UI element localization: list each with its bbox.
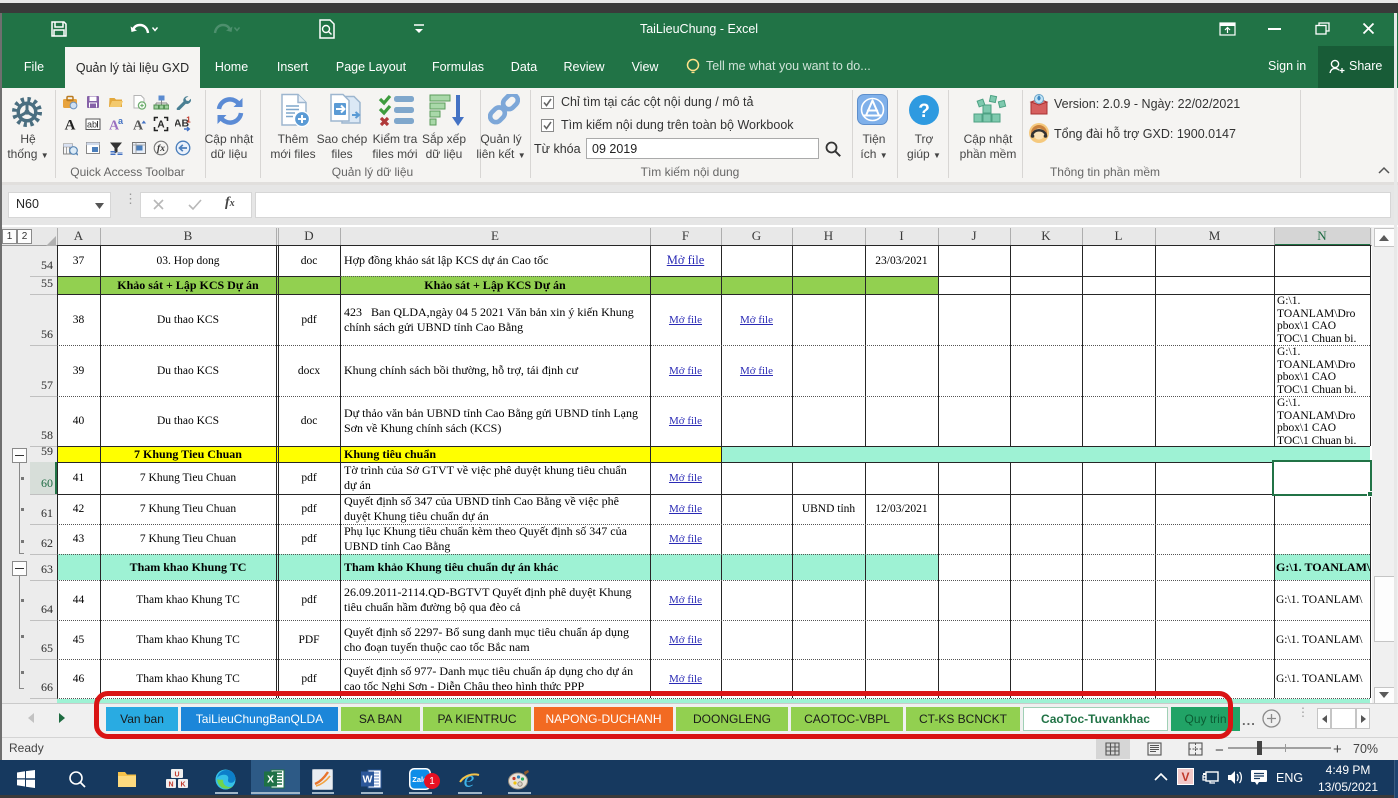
svg-text:1: 1 bbox=[186, 116, 191, 125]
svg-text:?: ? bbox=[918, 101, 930, 122]
svg-text:U: U bbox=[174, 772, 179, 779]
svg-text:N: N bbox=[168, 782, 173, 789]
svg-text:e: e bbox=[464, 768, 475, 791]
svg-text:fx: fx bbox=[157, 144, 165, 154]
svg-text:A: A bbox=[157, 120, 164, 131]
svg-text:K: K bbox=[180, 782, 185, 789]
svg-text:W: W bbox=[363, 774, 373, 786]
svg-text:ab: ab bbox=[87, 120, 97, 130]
svg-text:A: A bbox=[133, 119, 144, 133]
svg-text:a: a bbox=[118, 116, 124, 126]
svg-text:X: X bbox=[267, 774, 274, 786]
svg-text:A: A bbox=[65, 118, 76, 133]
